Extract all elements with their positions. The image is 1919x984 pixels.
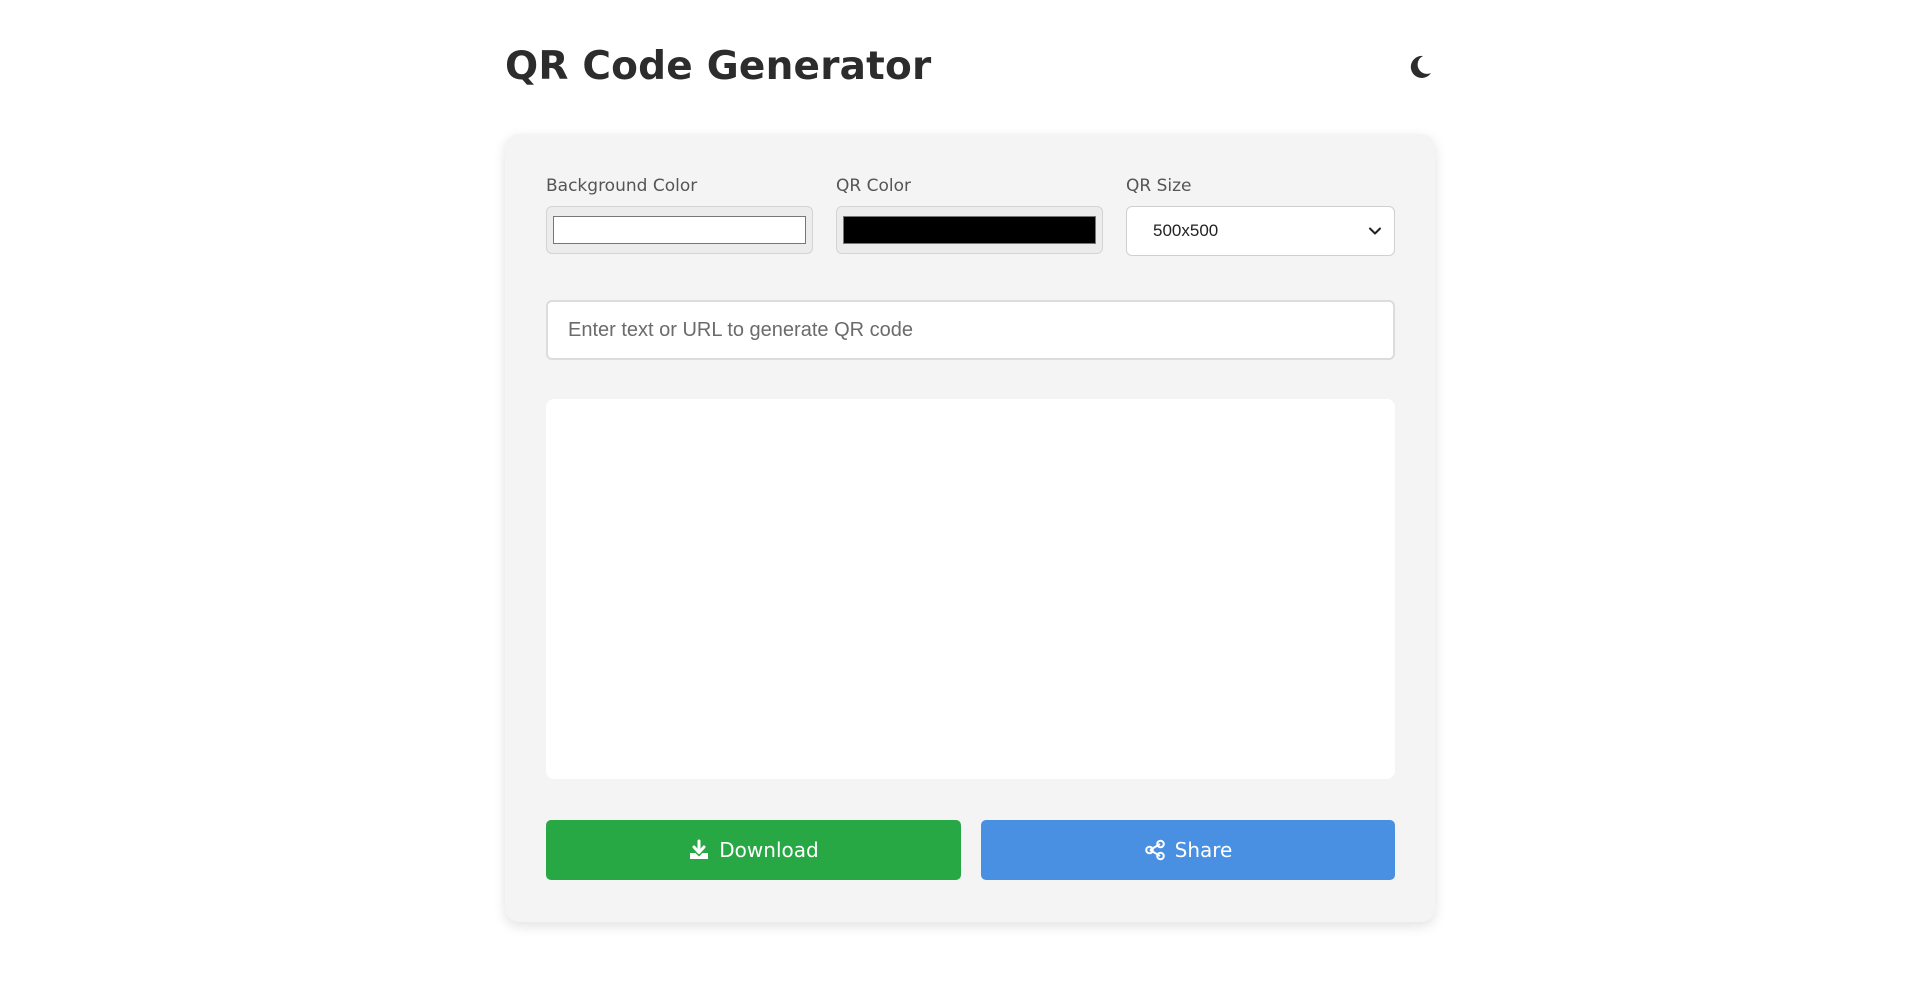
- page: QR Code Generator Background Color QR Co…: [0, 0, 1919, 984]
- chevron-down-icon: [1369, 227, 1381, 235]
- background-color-picker[interactable]: [546, 206, 813, 254]
- download-icon: [690, 839, 709, 859]
- share-button-label: Share: [1174, 838, 1233, 862]
- background-color-swatch: [553, 216, 806, 244]
- qr-color-control: QR Color: [836, 176, 1105, 254]
- qr-size-control: QR Size 500x500: [1126, 176, 1395, 256]
- page-title: QR Code Generator: [505, 44, 932, 89]
- share-icon: [1144, 839, 1165, 861]
- download-button-label: Download: [719, 838, 819, 862]
- background-color-label: Background Color: [546, 176, 698, 196]
- qr-text-input[interactable]: [546, 300, 1395, 360]
- qr-color-swatch: [843, 216, 1096, 244]
- download-button[interactable]: Download: [546, 820, 961, 880]
- qr-size-select[interactable]: 500x500: [1126, 206, 1395, 256]
- moon-icon: [1410, 55, 1431, 78]
- header: QR Code Generator: [505, 40, 1435, 100]
- qr-preview-area: [546, 399, 1395, 779]
- share-button[interactable]: Share: [981, 820, 1395, 880]
- generator-card: Background Color QR Color QR Size 500x50…: [505, 134, 1435, 922]
- qr-color-label: QR Color: [836, 176, 911, 196]
- qr-size-selected-value: 500x500: [1153, 221, 1219, 240]
- background-color-control: Background Color: [546, 176, 815, 254]
- qr-color-picker[interactable]: [836, 206, 1103, 254]
- qr-size-label: QR Size: [1126, 176, 1192, 196]
- theme-toggle-button[interactable]: [1403, 50, 1437, 84]
- options-row: Background Color QR Color QR Size 500x50…: [546, 176, 1395, 256]
